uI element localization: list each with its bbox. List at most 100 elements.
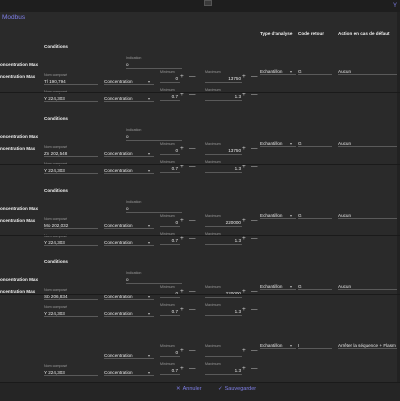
analysis-type-underline bbox=[260, 146, 296, 147]
maximum-underline-2 bbox=[205, 244, 242, 245]
rule-name-bottom: ncentration Max bbox=[0, 218, 36, 223]
analysis-type-underline bbox=[260, 74, 296, 75]
decrement-icon[interactable]: — bbox=[189, 347, 196, 354]
conditions-heading: Conditions bbox=[44, 116, 68, 121]
minimum-underline-2 bbox=[160, 315, 180, 316]
check-icon: ✓ bbox=[218, 386, 223, 392]
maximum-value-2[interactable]: 1.3 bbox=[205, 238, 241, 243]
rule-name-top: oncentration Max bbox=[0, 206, 39, 211]
maximum-value-2[interactable]: 1.3 bbox=[205, 309, 241, 314]
increment-icon[interactable]: + bbox=[180, 306, 184, 313]
cancel-label: Annuler bbox=[182, 386, 202, 392]
increment-icon[interactable]: + bbox=[242, 217, 246, 224]
increment-icon[interactable]: + bbox=[180, 217, 184, 224]
action-underline bbox=[338, 74, 397, 75]
compose-underline-2 bbox=[44, 101, 98, 102]
close-icon: ✕ bbox=[176, 386, 181, 392]
maximum-value-2[interactable]: 1.3 bbox=[205, 94, 241, 99]
compose-underline-1 bbox=[44, 156, 98, 157]
minimum-underline-1 bbox=[160, 154, 180, 155]
action-underline bbox=[338, 146, 397, 147]
increment-icon[interactable]: + bbox=[180, 73, 184, 80]
minimum-value-1[interactable]: 0 bbox=[160, 350, 178, 355]
action-underline bbox=[338, 218, 397, 219]
maximum-underline-1 bbox=[205, 154, 242, 155]
drag-handle[interactable] bbox=[204, 0, 212, 6]
header-code-retour: Code retour bbox=[298, 31, 325, 36]
decrement-icon[interactable]: — bbox=[189, 145, 196, 152]
conditions-heading: Conditions bbox=[44, 188, 68, 193]
mode-underline-1 bbox=[104, 299, 154, 300]
conditions-heading: Conditions bbox=[44, 259, 68, 264]
indication-underline bbox=[126, 140, 182, 141]
indication-value[interactable]: o bbox=[126, 62, 129, 67]
maximum-underline-2 bbox=[205, 100, 242, 101]
mode-underline-2 bbox=[104, 245, 154, 246]
save-button[interactable]: ✓ Sauvegarder bbox=[218, 386, 256, 392]
increment-icon[interactable]: + bbox=[242, 235, 246, 242]
decrement-icon[interactable]: — bbox=[189, 235, 196, 242]
decrement-icon[interactable]: — bbox=[251, 365, 258, 372]
decrement-icon[interactable]: — bbox=[189, 217, 196, 224]
maximum-value-2[interactable]: 1.3 bbox=[205, 368, 241, 373]
minimum-value-1[interactable]: 0 bbox=[160, 220, 178, 225]
minimum-underline-2 bbox=[160, 172, 180, 173]
increment-icon[interactable]: + bbox=[242, 347, 246, 354]
conditions-heading: Conditions bbox=[44, 44, 68, 49]
minimum-value-2[interactable]: 0.7 bbox=[160, 238, 178, 243]
decrement-icon[interactable]: — bbox=[251, 306, 258, 313]
minimum-value-2[interactable]: 0.7 bbox=[160, 94, 178, 99]
analysis-type-underline bbox=[260, 218, 296, 219]
decrement-icon[interactable]: — bbox=[189, 306, 196, 313]
compose-underline-2 bbox=[44, 245, 98, 246]
indication-label: Indication bbox=[126, 56, 142, 60]
increment-icon[interactable]: + bbox=[242, 306, 246, 313]
minimum-value-2[interactable]: 0.7 bbox=[160, 368, 178, 373]
return-code-underline bbox=[298, 146, 332, 147]
action-underline bbox=[338, 289, 397, 290]
minimum-value-2[interactable]: 0.7 bbox=[160, 309, 178, 314]
minimum-label-2: Minimum bbox=[160, 303, 175, 307]
indication-value[interactable]: o bbox=[126, 134, 129, 139]
maximum-value-2[interactable]: 1.3 bbox=[205, 166, 241, 171]
maximum-value-1[interactable]: 220000 bbox=[205, 220, 241, 225]
increment-icon[interactable]: + bbox=[180, 235, 184, 242]
increment-icon[interactable]: + bbox=[180, 365, 184, 372]
maximum-label-2: Maximum bbox=[205, 303, 221, 307]
decrement-icon[interactable]: — bbox=[251, 235, 258, 242]
indication-underline bbox=[126, 283, 182, 284]
indication-value[interactable]: o bbox=[126, 277, 129, 282]
compose-underline-2 bbox=[44, 316, 98, 317]
compose-label-1: Nom composé bbox=[44, 73, 68, 77]
rule-name-top: oncentration Max bbox=[0, 62, 39, 67]
compose-underline-1 bbox=[44, 84, 98, 85]
maximum-value-1[interactable]: 13750 bbox=[205, 76, 241, 81]
decrement-icon[interactable]: — bbox=[251, 217, 258, 224]
indication-value[interactable]: o bbox=[126, 206, 129, 211]
cancel-button[interactable]: ✕ Annuler bbox=[176, 386, 202, 392]
minimum-value-2[interactable]: 0.7 bbox=[160, 166, 178, 171]
analysis-type-underline bbox=[260, 348, 296, 349]
maximum-label-2: Maximum bbox=[205, 362, 221, 366]
maximum-value-1[interactable]: 13750 bbox=[205, 148, 241, 153]
return-code-underline bbox=[298, 218, 332, 219]
decrement-icon[interactable]: — bbox=[251, 145, 258, 152]
minimum-label-1: Minimum bbox=[160, 344, 175, 348]
decrement-icon[interactable]: — bbox=[189, 365, 196, 372]
decrement-icon[interactable]: — bbox=[251, 73, 258, 80]
minimum-underline-1 bbox=[160, 226, 180, 227]
indication-underline bbox=[126, 212, 182, 213]
compose-underline-1 bbox=[44, 228, 98, 229]
decrement-icon[interactable]: — bbox=[189, 73, 196, 80]
minimum-value-1[interactable]: 0 bbox=[160, 148, 178, 153]
increment-icon[interactable]: + bbox=[180, 347, 184, 354]
maximum-underline-2 bbox=[205, 374, 242, 375]
minimum-value-1[interactable]: 0 bbox=[160, 76, 178, 81]
increment-icon[interactable]: + bbox=[180, 145, 184, 152]
mode-underline-1 bbox=[104, 228, 154, 229]
increment-icon[interactable]: + bbox=[242, 73, 246, 80]
window-top-bar: Y bbox=[0, 0, 400, 12]
increment-icon[interactable]: + bbox=[242, 145, 246, 152]
increment-icon[interactable]: + bbox=[242, 365, 246, 372]
decrement-icon[interactable]: — bbox=[251, 347, 258, 354]
